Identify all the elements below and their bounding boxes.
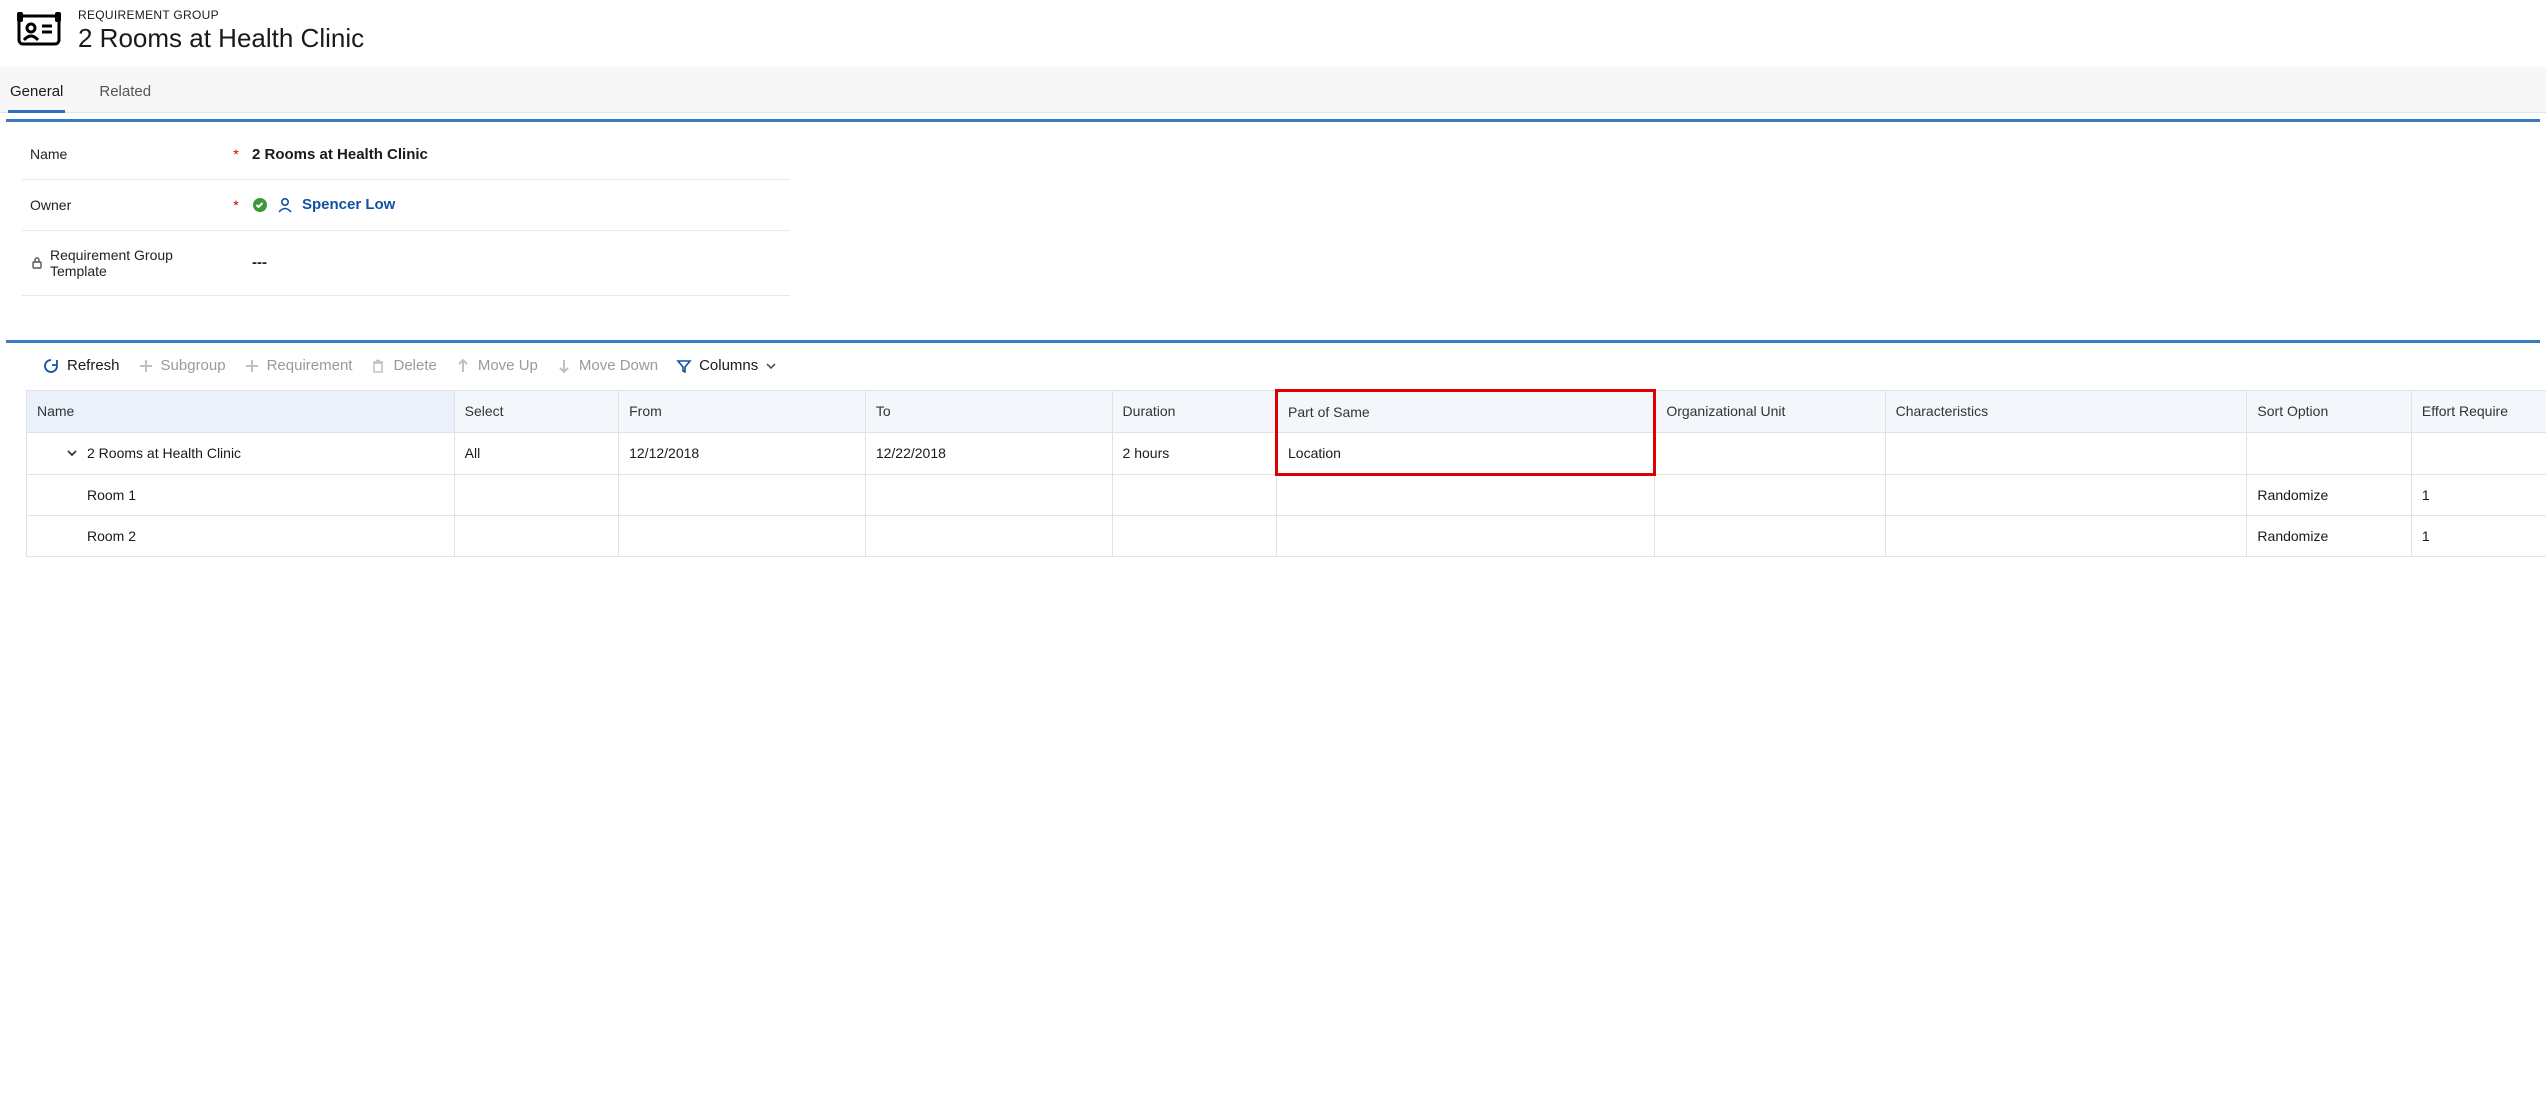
- cell-sortoption: [2247, 432, 2411, 474]
- moveup-label: Move Up: [478, 357, 538, 374]
- cell-duration: 2 hours: [1112, 432, 1276, 474]
- cell-characteristics: [1885, 474, 2247, 515]
- cell-to: [865, 474, 1112, 515]
- requirement-button: Requirement: [244, 357, 353, 374]
- chevron-down-icon: [765, 360, 777, 372]
- col-effortreq[interactable]: Effort Require: [2411, 390, 2546, 432]
- cell-select: All: [454, 432, 618, 474]
- required-marker: *: [230, 197, 242, 213]
- cell-sortoption: Randomize: [2247, 474, 2411, 515]
- cell-duration: [1112, 474, 1276, 515]
- cell-name: Room 1: [27, 474, 455, 515]
- col-to[interactable]: To: [865, 390, 1112, 432]
- required-marker: [230, 255, 242, 271]
- cell-partofsame: [1277, 474, 1655, 515]
- grid-section: Refresh Subgroup Requirement Delete Move…: [6, 340, 2540, 557]
- columns-button[interactable]: Columns: [676, 357, 777, 374]
- chevron-down-icon[interactable]: [65, 446, 79, 460]
- cell-to: [865, 515, 1112, 556]
- cell-characteristics: [1885, 515, 2247, 556]
- arrow-up-icon: [455, 358, 471, 374]
- field-template-label: Requirement Group Template: [50, 247, 220, 279]
- tab-related[interactable]: Related: [97, 77, 153, 112]
- cell-orgunit: [1655, 515, 1885, 556]
- owner-link[interactable]: Spencer Low: [302, 196, 395, 213]
- columns-label: Columns: [699, 357, 758, 374]
- refresh-button[interactable]: Refresh: [42, 357, 120, 375]
- subgroup-label: Subgroup: [161, 357, 226, 374]
- col-from[interactable]: From: [619, 390, 866, 432]
- field-template[interactable]: Requirement Group Template ---: [22, 231, 790, 296]
- table-row[interactable]: Room 1 Randomize 1: [27, 474, 2546, 515]
- grid-toolbar: Refresh Subgroup Requirement Delete Move…: [6, 343, 2540, 389]
- cell-partofsame: [1277, 515, 1655, 556]
- form-section: Name * 2 Rooms at Health Clinic Owner * …: [6, 119, 2540, 316]
- person-icon: [276, 196, 294, 214]
- col-characteristics[interactable]: Characteristics: [1885, 390, 2247, 432]
- plus-icon: [138, 358, 154, 374]
- cell-name: Room 2: [27, 515, 455, 556]
- col-name[interactable]: Name: [27, 390, 455, 432]
- requirements-grid: Name Select From To Duration Part of Sam…: [26, 389, 2546, 557]
- cell-partofsame: Location: [1277, 432, 1655, 474]
- col-duration[interactable]: Duration: [1112, 390, 1276, 432]
- form-tabbar: General Related: [0, 67, 2546, 113]
- refresh-icon: [42, 357, 60, 375]
- table-row[interactable]: Room 2 Randomize 1: [27, 515, 2546, 556]
- cell-from: [619, 474, 866, 515]
- cell-effortreq: 1: [2411, 515, 2546, 556]
- cell-characteristics: [1885, 432, 2247, 474]
- delete-button: Delete: [370, 357, 436, 374]
- cell-duration: [1112, 515, 1276, 556]
- table-row[interactable]: 2 Rooms at Health Clinic All 12/12/2018 …: [27, 432, 2546, 474]
- col-select[interactable]: Select: [454, 390, 618, 432]
- tab-general[interactable]: General: [8, 77, 65, 113]
- requirement-label: Requirement: [267, 357, 353, 374]
- delete-label: Delete: [393, 357, 436, 374]
- cell-effortreq: [2411, 432, 2546, 474]
- movedown-label: Move Down: [579, 357, 658, 374]
- page-title: 2 Rooms at Health Clinic: [78, 22, 364, 55]
- subgroup-button: Subgroup: [138, 357, 226, 374]
- grid-header-row: Name Select From To Duration Part of Sam…: [27, 390, 2546, 432]
- page-supertitle: REQUIREMENT GROUP: [78, 8, 364, 22]
- moveup-button: Move Up: [455, 357, 538, 374]
- cell-select: [454, 474, 618, 515]
- cell-name: 2 Rooms at Health Clinic: [87, 445, 241, 461]
- cell-orgunit: [1655, 474, 1885, 515]
- field-name-label: Name: [30, 146, 67, 162]
- entity-icon: [16, 10, 62, 50]
- cell-orgunit: [1655, 432, 1885, 474]
- arrow-down-icon: [556, 358, 572, 374]
- col-orgunit[interactable]: Organizational Unit: [1655, 390, 1885, 432]
- cell-from: 12/12/2018: [619, 432, 866, 474]
- field-name-value: 2 Rooms at Health Clinic: [252, 146, 428, 163]
- col-sortoption[interactable]: Sort Option: [2247, 390, 2411, 432]
- field-owner-label: Owner: [30, 197, 71, 213]
- trash-icon: [370, 358, 386, 374]
- filter-icon: [676, 358, 692, 374]
- cell-sortoption: Randomize: [2247, 515, 2411, 556]
- cell-to: 12/22/2018: [865, 432, 1112, 474]
- movedown-button: Move Down: [556, 357, 658, 374]
- field-template-value: ---: [252, 254, 267, 271]
- field-owner[interactable]: Owner * Spencer Low: [22, 180, 790, 231]
- lock-icon: [30, 256, 44, 270]
- col-partofsame[interactable]: Part of Same: [1277, 390, 1655, 432]
- plus-icon: [244, 358, 260, 374]
- required-marker: *: [230, 146, 242, 162]
- cell-from: [619, 515, 866, 556]
- refresh-label: Refresh: [67, 357, 120, 374]
- cell-effortreq: 1: [2411, 474, 2546, 515]
- page-header: REQUIREMENT GROUP 2 Rooms at Health Clin…: [0, 0, 2546, 67]
- status-online-icon: [252, 197, 268, 213]
- cell-select: [454, 515, 618, 556]
- field-name[interactable]: Name * 2 Rooms at Health Clinic: [22, 130, 790, 180]
